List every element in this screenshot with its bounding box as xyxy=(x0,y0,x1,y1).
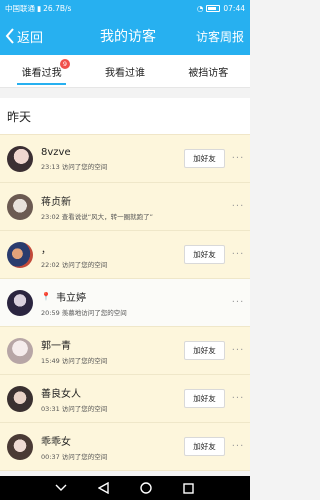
list-item[interactable]: 乖乖女 00:37 访问了您的空间 加好友 ··· xyxy=(0,423,250,471)
visit-action: 访问了您的空间 xyxy=(61,356,108,365)
unread-badge: 9 xyxy=(60,59,70,69)
list-item[interactable]: 8vzve 23:13 访问了您的空间 加好友 ··· xyxy=(0,135,250,183)
tab-label: 谁看过我 xyxy=(21,67,62,79)
status-bar: 中国联通 ▮ 26.7B/s ◔ 07:44 xyxy=(0,0,250,17)
triangle-back-icon[interactable] xyxy=(97,481,111,495)
tab-who-i-viewed[interactable]: 我看过谁 xyxy=(83,55,166,87)
tab-who-viewed-me[interactable]: 谁看过我 9 xyxy=(0,55,83,87)
section-header-yesterday: 昨天 xyxy=(0,98,250,135)
visit-action: 访问了您的空间 xyxy=(61,404,108,413)
visit-action: 访问了您的空间 xyxy=(61,162,108,171)
visitor-name[interactable]: 📍 韦立婷 xyxy=(41,289,230,304)
list-item[interactable]: ， 22:02 访问了您的空间 加好友 ··· xyxy=(0,231,250,279)
list-item[interactable]: 郭一青 15:49 访问了您的空间 加好友 ··· xyxy=(0,327,250,375)
add-friend-button[interactable]: 加好友 xyxy=(184,389,225,408)
avatar[interactable] xyxy=(7,193,33,220)
visitor-name[interactable]: 8vzve xyxy=(41,147,184,158)
visitor-list: 8vzve 23:13 访问了您的空间 加好友 ··· 蒋贞新 23:02 查看说说… xyxy=(0,135,250,471)
tab-blocked-visitors[interactable]: 被挡访客 xyxy=(167,55,250,87)
more-dots-icon[interactable]: ··· xyxy=(230,345,246,356)
more-dots-icon[interactable]: ··· xyxy=(230,393,246,404)
chevron-down-icon[interactable] xyxy=(54,481,68,495)
add-friend-button[interactable]: 加好友 xyxy=(184,245,225,264)
add-friend-button[interactable]: 加好友 xyxy=(184,437,225,456)
circle-home-icon[interactable] xyxy=(139,481,153,495)
more-dots-icon[interactable]: ··· xyxy=(230,297,246,308)
visit-time: 20:59 xyxy=(41,308,60,317)
system-navigation-bar xyxy=(0,476,250,500)
visit-time: 22:02 xyxy=(41,260,60,269)
visit-time: 00:37 xyxy=(41,452,60,461)
back-label: 返回 xyxy=(17,30,44,46)
tab-label: 我看过谁 xyxy=(104,67,145,79)
list-item[interactable]: 善良女人 03:31 访问了您的空间 加好友 ··· xyxy=(0,375,250,423)
visit-action: 访问了您的空间 xyxy=(61,260,108,269)
network-speed: 26.7B/s xyxy=(43,4,72,13)
page-title: 我的访客 xyxy=(100,29,156,45)
visitor-name[interactable]: 郭一青 xyxy=(41,337,184,352)
more-dots-icon[interactable]: ··· xyxy=(230,249,246,260)
add-friend-button[interactable]: 加好友 xyxy=(184,341,225,360)
avatar[interactable] xyxy=(7,145,33,172)
list-item[interactable]: 📍 韦立婷 20:59 羡慕地访问了您的空间 ··· xyxy=(0,279,250,327)
square-recents-icon[interactable] xyxy=(182,481,196,495)
avatar[interactable] xyxy=(7,385,33,412)
signal-icon: ▮ xyxy=(37,4,42,13)
visitor-name[interactable]: 乖乖女 xyxy=(41,433,184,448)
more-dots-icon[interactable]: ··· xyxy=(230,441,246,452)
weekly-report-button[interactable]: 访客周报 xyxy=(190,28,250,45)
visit-time: 03:31 xyxy=(41,404,60,413)
carrier-label: 中国联通 xyxy=(5,4,35,13)
tab-label: 被挡访客 xyxy=(188,67,229,79)
list-item[interactable]: 蒋贞新 23:02 查看说说“风大，转一圈就跑了” ··· xyxy=(0,183,250,231)
pin-icon: 📍 xyxy=(41,291,51,301)
visitor-name-text: 韦立婷 xyxy=(55,292,86,304)
visit-action: 访问了您的空间 xyxy=(61,452,108,461)
visitor-name[interactable]: 蒋贞新 xyxy=(41,193,230,208)
visit-time: 15:49 xyxy=(41,356,60,365)
visit-time: 23:02 xyxy=(41,212,60,221)
back-button[interactable]: 返回 xyxy=(0,27,60,46)
wifi-icon: ◔ xyxy=(196,4,204,13)
more-dots-icon[interactable]: ··· xyxy=(230,201,246,212)
avatar[interactable] xyxy=(7,433,33,460)
clock-time: 07:44 xyxy=(223,4,245,13)
visitor-name[interactable]: ， xyxy=(41,241,184,256)
battery-icon xyxy=(206,5,221,12)
more-dots-icon[interactable]: ··· xyxy=(230,153,246,164)
avatar[interactable] xyxy=(7,337,33,364)
top-navbar: 返回 我的访客 访客周报 xyxy=(0,17,250,55)
chevron-left-icon xyxy=(5,28,14,44)
visit-action: 羡慕地访问了您的空间 xyxy=(61,308,127,317)
visit-time: 23:13 xyxy=(41,162,60,171)
visitor-name[interactable]: 善良女人 xyxy=(41,385,184,400)
avatar[interactable] xyxy=(7,289,33,316)
visit-action: 查看说说“风大，转一圈就跑了” xyxy=(61,212,153,221)
visitor-tabs: 谁看过我 9 我看过谁 被挡访客 xyxy=(0,55,250,88)
add-friend-button[interactable]: 加好友 xyxy=(184,149,225,168)
avatar[interactable] xyxy=(7,241,33,268)
